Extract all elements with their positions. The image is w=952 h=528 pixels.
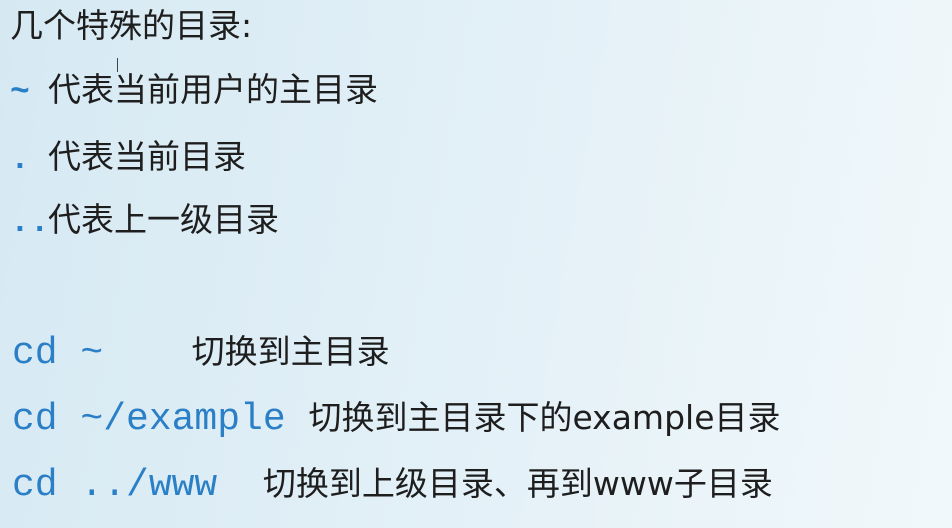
list-item: . 代表当前目录 bbox=[10, 137, 246, 180]
list-item: ~ 代表当前用户的主目录 bbox=[10, 70, 378, 113]
dir-desc: 代表上一级目录 bbox=[48, 200, 279, 239]
command-desc: 切换到主目录 bbox=[191, 332, 390, 371]
command-code: cd ../www bbox=[12, 464, 263, 507]
slide-title: 几个特殊的目录: bbox=[10, 6, 253, 45]
command-desc: 切换到主目录下的example目录 bbox=[308, 398, 781, 437]
dir-desc: 代表当前用户的主目录 bbox=[48, 70, 378, 109]
dir-symbol: ~ bbox=[10, 74, 30, 111]
command-item: cd ~/example 切换到主目录下的example目录 bbox=[12, 398, 781, 440]
dir-desc: 代表当前目录 bbox=[48, 137, 246, 176]
command-item: cd ~ 切换到主目录 bbox=[12, 332, 390, 374]
command-desc: 切换到上级目录、再到www子目录 bbox=[262, 464, 773, 503]
command-code: cd ~/example bbox=[12, 398, 309, 441]
command-code: cd ~ bbox=[12, 332, 172, 375]
dir-symbol: .. bbox=[10, 204, 50, 241]
command-item: cd ../www 切换到上级目录、再到www子目录 bbox=[12, 464, 773, 506]
list-item: ..代表上一级目录 bbox=[10, 200, 279, 243]
dir-symbol: . bbox=[10, 141, 30, 178]
